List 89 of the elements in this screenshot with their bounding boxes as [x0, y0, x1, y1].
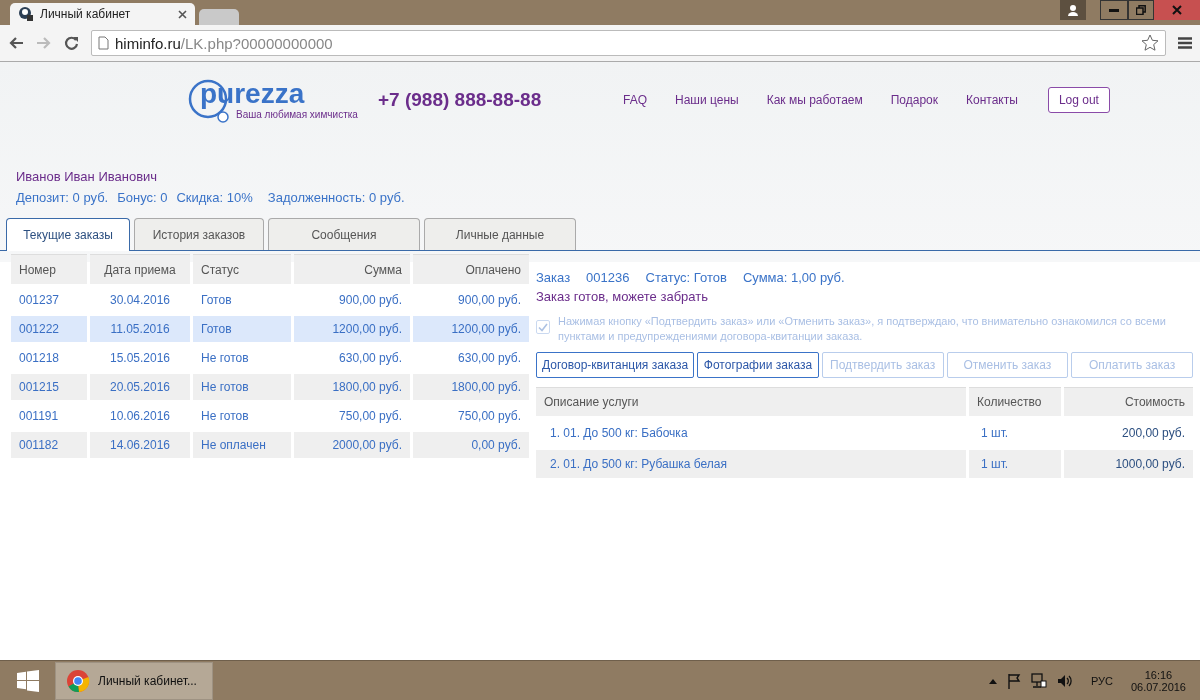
- table-cell[interactable]: 001218: [11, 345, 87, 371]
- table-cell: 1000,00 руб.: [1064, 450, 1193, 478]
- close-icon[interactable]: [1154, 0, 1200, 20]
- column-header[interactable]: Статус: [193, 254, 291, 284]
- page-icon: [98, 36, 109, 50]
- browser-tab[interactable]: Личный кабинет: [10, 3, 195, 25]
- page-favicon-icon: [18, 6, 34, 22]
- column-header[interactable]: Оплачено: [413, 254, 529, 284]
- star-icon[interactable]: [1141, 34, 1159, 52]
- column-header[interactable]: Сумма: [294, 254, 410, 284]
- tab[interactable]: Сообщения: [268, 218, 420, 250]
- table-cell[interactable]: 001182: [11, 432, 87, 458]
- table-cell[interactable]: 14.06.2016: [90, 432, 190, 458]
- account-stat: Задолженность: 0 руб.: [267, 190, 405, 205]
- status-message: Заказ готов, можете забрать: [536, 289, 709, 304]
- table-cell: 2. 01. До 500 кг: Рубашка белая: [536, 450, 966, 478]
- column-header[interactable]: Дата приема: [90, 254, 190, 284]
- back-icon[interactable]: [8, 36, 24, 50]
- order-label: Заказ: [536, 270, 571, 285]
- table-cell-text: 1. 01. До 500 кг: Бабочка: [549, 425, 689, 442]
- column-header: Стоимость: [1064, 387, 1193, 416]
- account-stat: Депозит: 0 руб.: [16, 190, 109, 205]
- user-icon[interactable]: [1060, 0, 1086, 20]
- order-action-button[interactable]: Договор-квитанция заказа: [536, 352, 695, 378]
- table-cell[interactable]: 900,00 руб.: [294, 287, 410, 313]
- table-cell[interactable]: 30.04.2016: [90, 287, 190, 313]
- network-icon[interactable]: [1030, 673, 1047, 689]
- nav-link[interactable]: Наши цены: [675, 93, 739, 107]
- table-cell[interactable]: 630,00 руб.: [294, 345, 410, 371]
- table-cell[interactable]: 001237: [11, 287, 87, 313]
- table-cell[interactable]: 001222: [11, 316, 87, 342]
- table-cell[interactable]: Готов: [193, 287, 291, 313]
- nav-link[interactable]: Подарок: [890, 93, 939, 107]
- table-cell[interactable]: 11.05.2016: [90, 316, 190, 342]
- tab[interactable]: История заказов: [134, 218, 264, 250]
- table-cell[interactable]: 750,00 руб.: [413, 403, 529, 429]
- table-cell[interactable]: 001215: [11, 374, 87, 400]
- clock[interactable]: 16:16 06.07.2016: [1130, 669, 1186, 693]
- nav-link[interactable]: Контакты: [966, 93, 1018, 107]
- table-cell[interactable]: Не готов: [193, 374, 291, 400]
- order-sum: Сумма: 1,00 руб.: [742, 270, 845, 285]
- nav-link[interactable]: Как мы работаем: [766, 93, 863, 107]
- order-status: Статус: Готов: [645, 270, 727, 285]
- speaker-icon[interactable]: [1056, 673, 1073, 689]
- table-cell[interactable]: 900,00 руб.: [413, 287, 529, 313]
- minimize-icon[interactable]: [1100, 0, 1128, 20]
- agreement-text: Нажимая кнопку «Подтвердить заказ» или «Отменить заказ», я подтверждаю, что внимательно ознакомился со всеми пунктами и предупреждениями договора-квитанции заказа.: [558, 314, 1167, 344]
- column-header: Количество: [969, 387, 1061, 416]
- table-cell[interactable]: 20.05.2016: [90, 374, 190, 400]
- table-cell[interactable]: 1800,00 руб.: [294, 374, 410, 400]
- phone-number: +7 (988) 888-88-88: [378, 89, 543, 111]
- order-action-button[interactable]: Фотографии заказа: [697, 352, 819, 378]
- user-name: Иванов Иван Иванович: [16, 169, 159, 184]
- account-stat: Скидка: 10%: [176, 190, 253, 205]
- table-cell[interactable]: 0,00 руб.: [413, 432, 529, 458]
- table-cell-text: 1 шт.: [980, 425, 1010, 442]
- menu-icon[interactable]: [1178, 37, 1192, 49]
- restore-icon[interactable]: [1128, 0, 1154, 20]
- account-stat: Бонус: 0: [117, 190, 168, 205]
- table-cell[interactable]: 10.06.2016: [90, 403, 190, 429]
- nav-link[interactable]: FAQ: [623, 93, 647, 107]
- tab[interactable]: Текущие заказы: [6, 218, 130, 251]
- caret-icon[interactable]: [988, 678, 997, 684]
- tab[interactable]: Личные данные: [424, 218, 576, 250]
- taskbar-app-button[interactable]: Личный кабинет...: [55, 662, 213, 700]
- table-cell-text: 200,00 руб.: [1121, 425, 1186, 442]
- language-indicator[interactable]: РУС: [1090, 675, 1113, 687]
- logout-button[interactable]: Log out: [1047, 87, 1110, 113]
- table-cell[interactable]: Не оплачен: [193, 432, 291, 458]
- table-cell[interactable]: Готов: [193, 316, 291, 342]
- table-cell: 1 шт.: [969, 450, 1061, 478]
- table-cell[interactable]: 15.05.2016: [90, 345, 190, 371]
- table-cell[interactable]: 1200,00 руб.: [294, 316, 410, 342]
- table-cell[interactable]: Не готов: [193, 403, 291, 429]
- table-cell[interactable]: 1200,00 руб.: [413, 316, 529, 342]
- column-header: Описание услуги: [536, 387, 966, 416]
- table-cell[interactable]: 750,00 руб.: [294, 403, 410, 429]
- column-header[interactable]: Номер: [11, 254, 87, 284]
- reload-icon[interactable]: [64, 35, 79, 51]
- close-icon[interactable]: [178, 9, 187, 19]
- table-cell[interactable]: 2000,00 руб.: [294, 432, 410, 458]
- table-cell[interactable]: 630,00 руб.: [413, 345, 529, 371]
- flag-icon[interactable]: [1006, 673, 1021, 689]
- browser-icon: [66, 669, 90, 693]
- order-number: 001236: [586, 270, 630, 285]
- table-cell[interactable]: Не готов: [193, 345, 291, 371]
- table-cell[interactable]: 001191: [11, 403, 87, 429]
- address-bar[interactable]: himinfo.ru/LK.php?00000000000: [91, 30, 1166, 56]
- table-cell[interactable]: 1800,00 руб.: [413, 374, 529, 400]
